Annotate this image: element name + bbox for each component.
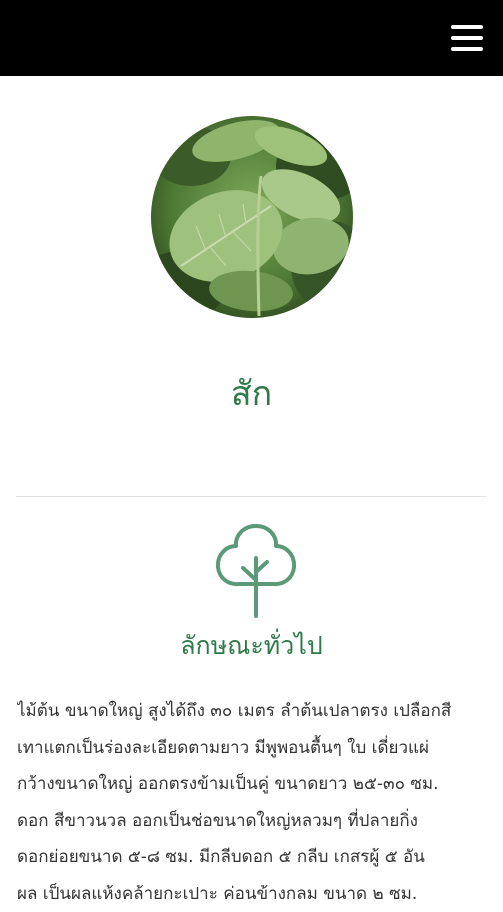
top-navigation-bar [0, 0, 503, 76]
menu-line [451, 25, 483, 29]
description-line: ไม้ต้น ขนาดใหญ่ สูงได้ถึง ๓๐ เมตร ลำต้นเ… [17, 693, 495, 730]
menu-line [451, 47, 483, 51]
plant-name: สัก [0, 366, 503, 420]
menu-line [451, 36, 483, 40]
hamburger-menu-icon[interactable] [451, 25, 483, 51]
description-line: เทาแตกเป็นร่องละเอียดตามยาว มีพูพอนตื้นๆ… [17, 730, 495, 767]
description-line: ผล เป็นผลแห้งคล้ายกะเปาะ ค่อนข้างกลม ขนา… [17, 876, 495, 912]
description-line: ดอกย่อยขนาด ๕-๘ ซม. มีกลีบดอก ๕ กลีบ เกส… [17, 839, 495, 876]
description-line: กว้างขนาดใหญ่ ออกตรงข้ามเป็นคู่ ขนาดยาว … [17, 766, 495, 803]
plant-photo [151, 116, 353, 318]
description-line: ดอก สีขาวนวล ออกเป็นช่อขนาดใหญ่หลวมๆ ที่… [17, 803, 495, 840]
description-text: ไม้ต้น ขนาดใหญ่ สูงได้ถึง ๓๐ เมตร ลำต้นเ… [17, 693, 495, 912]
tree-icon [213, 522, 299, 618]
section-heading: ลักษณะทั่วไป [0, 626, 503, 666]
section-divider [16, 496, 486, 497]
